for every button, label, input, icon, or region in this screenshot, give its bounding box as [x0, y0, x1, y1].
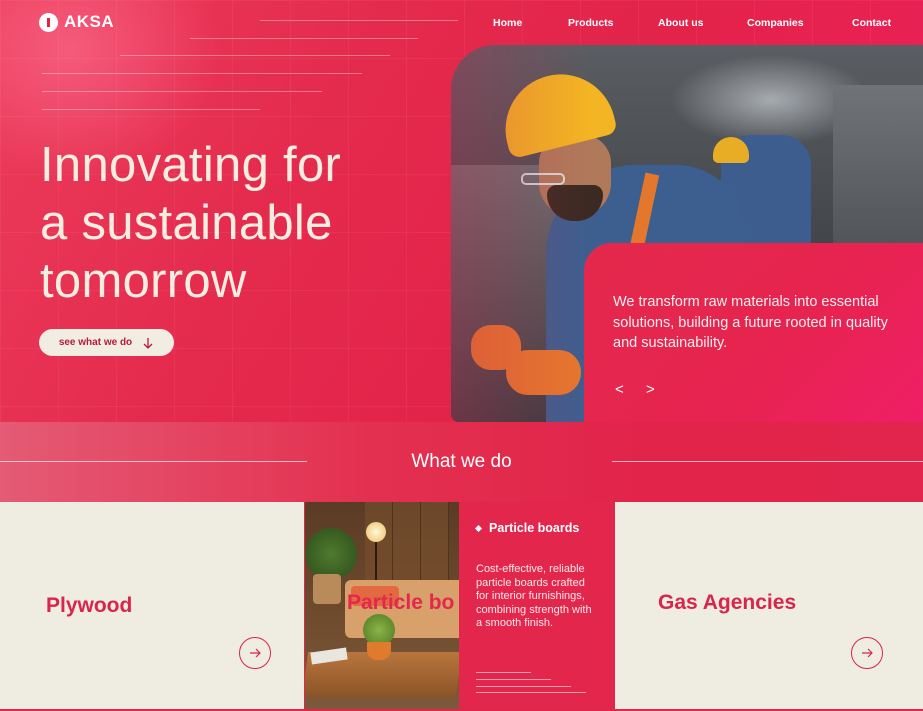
- room-table-pot: [367, 642, 391, 660]
- see-what-we-do-button[interactable]: see what we do: [39, 329, 174, 356]
- deco-line: [120, 55, 390, 56]
- deco-line: [476, 692, 586, 693]
- room-plant-pot: [313, 574, 341, 604]
- deco-line: [190, 38, 418, 39]
- arrow-right-icon: [250, 648, 261, 658]
- main-nav: Home Products About us Companies Contact: [0, 17, 923, 31]
- prev-slide-button[interactable]: <: [615, 381, 624, 398]
- room-lamp-stem: [375, 542, 377, 582]
- product-card-plywood[interactable]: Plywood: [0, 502, 304, 711]
- product-title: Plywood: [46, 594, 133, 617]
- deco-line: [476, 672, 531, 673]
- next-slide-button[interactable]: >: [646, 381, 655, 398]
- section-title: What we do: [411, 451, 512, 472]
- room-lamp: [366, 522, 386, 542]
- hero-headline: Innovating for a sustainable tomorrow: [40, 136, 440, 310]
- arrow-down-icon: [143, 337, 153, 349]
- nav-item-companies[interactable]: Companies: [747, 17, 804, 29]
- deco-line: [476, 679, 551, 680]
- product-heading: Particle boards: [489, 521, 580, 535]
- product-description: Cost-effective, reliable particle boards…: [476, 563, 592, 629]
- particle-boards-photo[interactable]: Particle bo: [305, 502, 459, 711]
- nav-item-home[interactable]: Home: [493, 17, 522, 29]
- gas-agencies-arrow-button[interactable]: [851, 637, 883, 669]
- particle-boards-title-overlay: Particle bo: [347, 591, 455, 614]
- room-plant: [305, 528, 357, 580]
- headline-line: Innovating for: [40, 138, 342, 192]
- product-card-gas-agencies[interactable]: Gas Agencies: [615, 502, 923, 711]
- product-card-particle-boards[interactable]: Particle boards Cost-effective, reliable…: [459, 502, 614, 711]
- photo-shade: [451, 45, 591, 422]
- headline-line: a sustainable: [40, 196, 333, 250]
- deco-line: [476, 686, 571, 687]
- deco-line: [42, 91, 322, 92]
- nav-item-contact[interactable]: Contact: [852, 17, 891, 29]
- arrow-right-icon: [862, 648, 873, 658]
- deco-line: [42, 73, 362, 74]
- hero-description: We transform raw materials into essentia…: [613, 294, 888, 351]
- cta-label: see what we do: [58, 337, 133, 348]
- plywood-arrow-button[interactable]: [239, 637, 271, 669]
- hero-info-card: We transform raw materials into essentia…: [584, 243, 923, 422]
- particle-boards-heading: Particle boards: [474, 521, 580, 535]
- nav-item-about-us[interactable]: About us: [658, 17, 704, 29]
- headline-line: tomorrow: [40, 254, 247, 308]
- deco-line: [42, 109, 260, 110]
- what-we-do-band: What we do: [0, 422, 923, 502]
- product-title: Gas Agencies: [658, 591, 797, 614]
- nav-item-products[interactable]: Products: [568, 17, 614, 29]
- diamond-icon: [474, 524, 483, 532]
